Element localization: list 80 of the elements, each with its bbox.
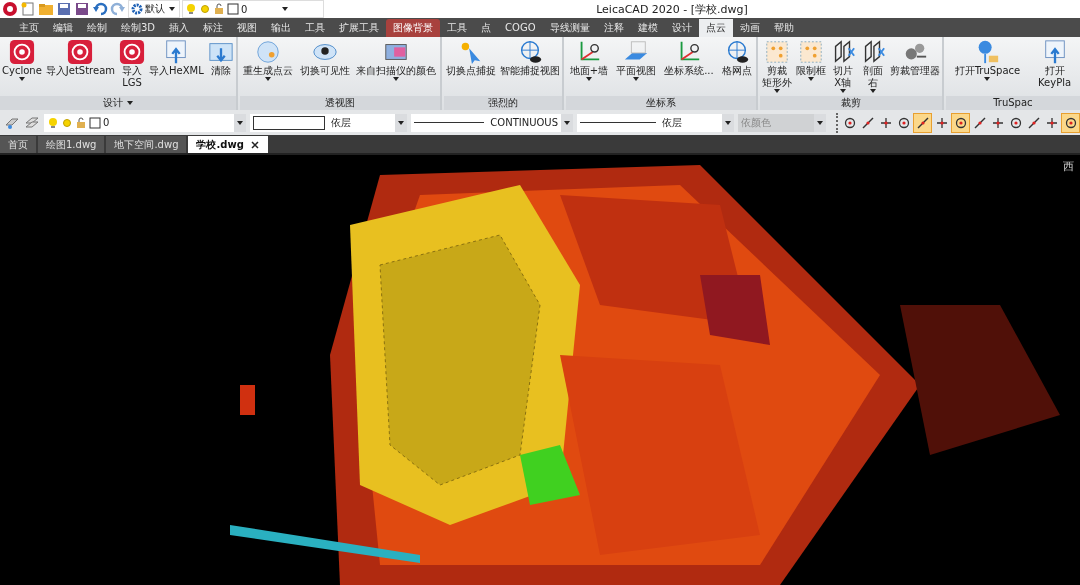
lineweight-dropdown[interactable]: 依层 — [576, 113, 735, 132]
panel-title: 裁剪 — [759, 95, 942, 110]
ribbon-button[interactable]: 限制框 — [794, 38, 827, 94]
ribbon-button[interactable]: 重生成点云 — [242, 38, 295, 94]
ribbon-button[interactable]: 平面视图 — [615, 38, 658, 94]
undo-icon[interactable] — [92, 1, 108, 17]
ribbon-button[interactable]: 来自扫描仪的颜色 — [355, 38, 438, 94]
ribbon-button[interactable]: 地面+墙 — [568, 38, 610, 94]
sun-icon — [61, 116, 73, 129]
ribbon-tab[interactable]: 导线测量 — [542, 18, 597, 37]
lightbulb-icon — [185, 3, 197, 15]
ribbon-button[interactable]: 剪裁 矩形外 — [760, 38, 793, 94]
ribbon-tab[interactable]: 标注 — [196, 18, 231, 37]
ribbon-button[interactable]: 打开 KeyPla — [1037, 38, 1073, 94]
dotted-box-icon — [797, 38, 824, 65]
panel-title: 强烈的 — [443, 95, 562, 110]
linetype-dropdown[interactable]: CONTINUOUS — [411, 113, 573, 132]
dotted-box-icon — [763, 38, 790, 65]
ribbon-tab[interactable]: 绘制3D — [114, 18, 163, 37]
ribbon-tab[interactable]: 点 — [474, 18, 499, 37]
ribbon-tab[interactable]: 编辑 — [46, 18, 80, 37]
ribbon-button[interactable]: 剪裁管理器 — [888, 38, 941, 94]
ribbon-tab[interactable]: 图像背景 — [386, 18, 441, 37]
ribbon-tab[interactable]: 设计 — [664, 18, 699, 37]
viewcube-label[interactable]: 西 — [1063, 159, 1074, 174]
ribbon-tab[interactable]: 输出 — [264, 18, 299, 37]
color-swatch-icon — [227, 3, 239, 15]
save-as-icon[interactable] — [74, 1, 90, 17]
layer-states-icon[interactable] — [24, 114, 40, 131]
ribbon-tab[interactable]: 插入 — [162, 18, 197, 37]
ribbon-button[interactable]: 智能捕捉视图 — [498, 38, 561, 94]
ribbon-tab[interactable]: 动画 — [732, 18, 767, 37]
sun-icon — [199, 3, 211, 15]
ribbon-button[interactable]: 清除 — [206, 38, 235, 94]
save-icon[interactable] — [56, 1, 72, 17]
ribbon-button[interactable]: 导入HeXML — [148, 38, 205, 94]
drawing-canvas[interactable]: 西 — [0, 153, 1080, 585]
ribbon-tab[interactable]: 扩展工具 — [332, 18, 387, 37]
file-tab[interactable]: 首页 — [0, 136, 36, 153]
ribbon-tab[interactable]: 帮助 — [766, 18, 801, 37]
ribbon-tab[interactable]: 工具 — [298, 18, 333, 37]
lock-icon — [75, 116, 87, 129]
file-tab[interactable]: 地下空间.dwg — [106, 136, 187, 153]
ribbon-button[interactable]: 导入 LGS — [118, 38, 146, 94]
panel-title: TruSpac — [945, 95, 1080, 110]
snap-mode-icon[interactable] — [1061, 112, 1080, 133]
ribbon-button[interactable]: 切换可见性 — [298, 38, 351, 94]
ribbon-button[interactable]: 打开TruSpace — [953, 38, 1022, 94]
ribbon-button[interactable]: 导入JetStream — [44, 38, 116, 94]
ribbon-tab[interactable]: 主页 — [12, 18, 46, 37]
panel-title: 透视图 — [239, 95, 440, 110]
ribbon-tab[interactable]: 建模 — [630, 18, 665, 37]
panel-title: 坐标系 — [565, 95, 756, 110]
ribbon-tab[interactable]: 注释 — [596, 18, 631, 37]
panel-title: 设计 — [0, 95, 236, 110]
color-swatch-icon — [89, 116, 101, 129]
layer-dropdown[interactable]: 0 — [182, 0, 324, 18]
ribbon-tab[interactable]: COGO — [498, 18, 543, 37]
lock-icon — [213, 3, 225, 15]
ribbon-button[interactable]: 切换点捕捉 — [444, 38, 497, 94]
lightbulb-icon — [47, 116, 59, 129]
workspace-dropdown[interactable]: 默认 — [128, 0, 180, 18]
snap-mode-icon[interactable] — [951, 112, 970, 133]
color-dropdown[interactable]: 依层 — [249, 113, 408, 132]
layer-dropdown[interactable]: 0 — [44, 113, 246, 132]
close-icon[interactable] — [249, 139, 260, 150]
file-tab[interactable]: 绘图1.dwg — [38, 136, 105, 153]
ribbon-tab[interactable]: 视图 — [230, 18, 265, 37]
point-cloud-icon — [255, 38, 282, 65]
ribbon-button[interactable]: 剖面 右 — [858, 38, 887, 94]
ribbon-button[interactable]: 格网点 — [720, 38, 753, 94]
ribbon-button[interactable]: 坐标系统... — [663, 38, 715, 94]
ribbon-tab[interactable]: 绘制 — [80, 18, 114, 37]
ribbon-button[interactable]: 切片 X轴 — [828, 38, 857, 94]
file-tab[interactable]: 学校.dwg — [188, 136, 268, 153]
window-title: LeicaCAD 2020 - [学校.dwg] — [595, 1, 749, 17]
ribbon-tab[interactable]: 点云 — [698, 18, 733, 37]
ribbon-tab[interactable]: 工具 — [440, 18, 475, 37]
app-logo-icon[interactable] — [2, 1, 18, 17]
ribbon-button[interactable]: Cyclone — [1, 38, 43, 94]
